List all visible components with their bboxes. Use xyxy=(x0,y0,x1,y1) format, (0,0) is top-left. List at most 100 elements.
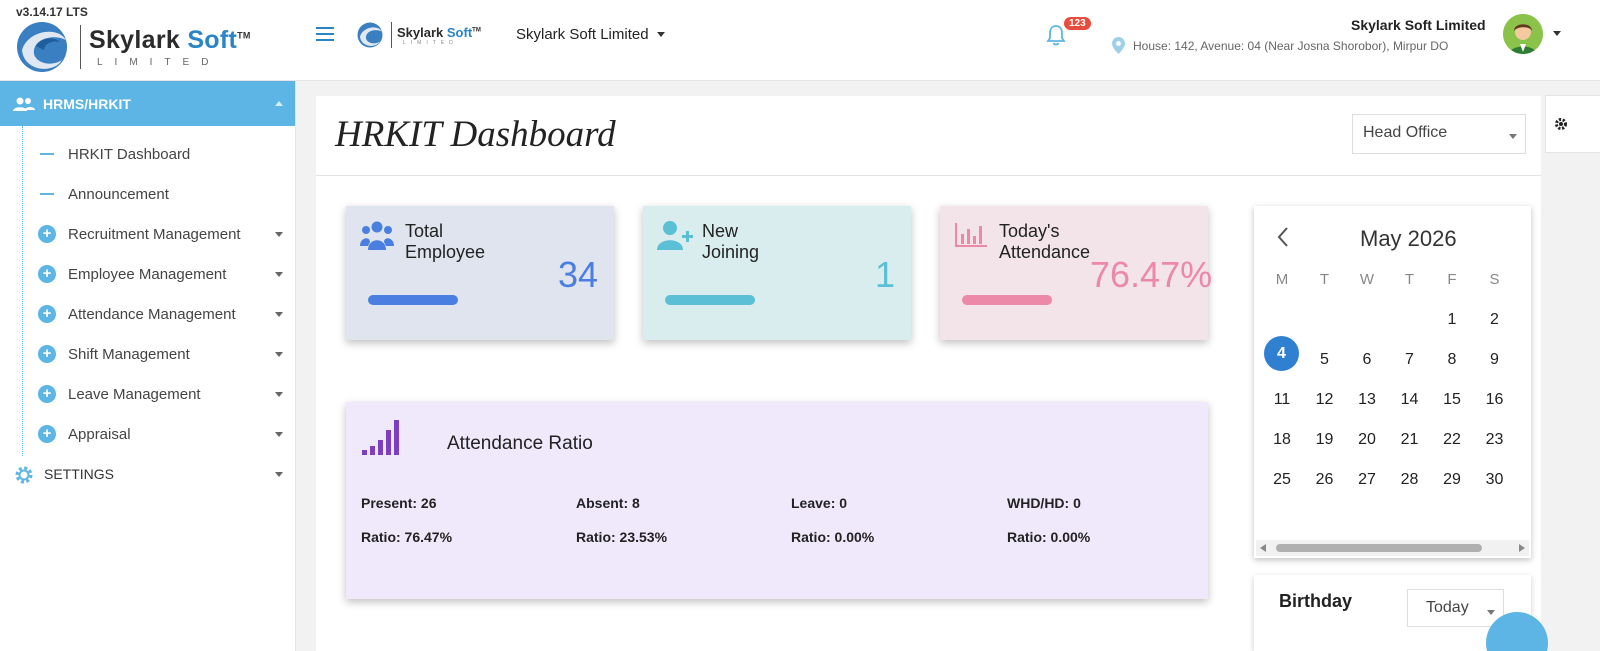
calendar-day[interactable]: 21 xyxy=(1389,420,1431,460)
chevron-down-icon xyxy=(275,312,283,317)
calendar-day[interactable]: 18 xyxy=(1261,420,1303,460)
branch-dropdown[interactable]: Head Office xyxy=(1352,114,1526,154)
plus-circle-icon: + xyxy=(38,345,56,363)
location-pin-icon xyxy=(1112,37,1125,54)
chevron-up-icon xyxy=(275,101,283,106)
calendar-month-title: May 2026 xyxy=(1360,226,1457,251)
company-logo[interactable]: Skylark SoftTM LIMITED xyxy=(14,20,284,74)
plus-circle-icon: + xyxy=(38,225,56,243)
calendar-widget: May 2026 M T W T F S 1 2 4 5 6 7 8 9 11 … xyxy=(1254,206,1531,558)
calendar-day[interactable]: 19 xyxy=(1304,420,1346,460)
calendar-day[interactable]: 23 xyxy=(1474,420,1516,460)
sidebar-item-recruitment-management[interactable]: + Recruitment Management xyxy=(0,214,295,254)
sidebar-module-hrms[interactable]: HRMS/HRKIT xyxy=(0,81,295,126)
bar-chart-icon xyxy=(955,223,987,247)
calendar-day[interactable]: 9 xyxy=(1474,340,1516,380)
present-count: Present: 26 xyxy=(361,495,437,511)
chevron-down-icon xyxy=(275,432,283,437)
sidebar-item-settings[interactable]: SETTINGS xyxy=(0,454,295,494)
calendar-day[interactable]: 20 xyxy=(1346,420,1388,460)
calendar-day[interactable]: 2 xyxy=(1474,300,1516,340)
scroll-left-arrow-icon[interactable] xyxy=(1260,544,1266,552)
scroll-right-arrow-icon[interactable] xyxy=(1519,544,1525,552)
calendar-day[interactable]: 12 xyxy=(1304,380,1346,420)
chevron-down-icon xyxy=(275,472,283,477)
user-avatar[interactable] xyxy=(1503,14,1543,54)
sidebar-item-shift-management[interactable]: + Shift Management xyxy=(0,334,295,374)
calendar-day[interactable]: 27 xyxy=(1346,460,1388,500)
leave-count: Leave: 0 xyxy=(791,495,848,511)
weekday-label: T xyxy=(1404,271,1415,288)
calendar-day[interactable]: 11 xyxy=(1261,380,1303,420)
absent-ratio: Ratio: 23.53% xyxy=(576,529,668,545)
user-company-name: Skylark Soft Limited xyxy=(1351,17,1486,33)
today-attendance-card[interactable]: Today's Attendance 76.47% xyxy=(940,206,1212,340)
card-accent-bar xyxy=(368,295,458,305)
chevron-left-icon[interactable] xyxy=(1276,226,1290,248)
page-title: HRKIT Dashboard xyxy=(335,114,616,155)
whd-count: WHD/HD: 0 xyxy=(1007,495,1081,511)
calendar-day[interactable]: 8 xyxy=(1431,340,1473,380)
calendar-day[interactable]: 25 xyxy=(1261,460,1303,500)
card-accent-bar xyxy=(962,295,1052,305)
theme-settings-button[interactable] xyxy=(1545,95,1600,153)
leave-ratio: Ratio: 0.00% xyxy=(791,529,875,545)
chevron-down-icon xyxy=(1487,610,1495,615)
calendar-day[interactable]: 28 xyxy=(1389,460,1431,500)
user-plus-icon xyxy=(657,221,693,250)
today-attendance-value: 76.47% xyxy=(1090,254,1213,295)
present-ratio: Ratio: 76.47% xyxy=(361,529,453,545)
calendar-day[interactable]: 16 xyxy=(1474,380,1516,420)
new-joining-card[interactable]: New Joining 1 xyxy=(643,206,911,340)
calendar-day[interactable]: 7 xyxy=(1389,340,1431,380)
dashboard-header: HRKIT Dashboard Head Office xyxy=(316,96,1541,176)
bell-icon[interactable] xyxy=(1046,24,1066,46)
weekday-label: S xyxy=(1489,271,1500,288)
top-bar: v3.14.17 LTS Skylark SoftTM LIMITED Skyl… xyxy=(0,0,1600,81)
calendar-day[interactable]: 5 xyxy=(1304,340,1346,380)
attendance-ratio-title: Attendance Ratio xyxy=(447,433,593,454)
calendar-day[interactable]: 26 xyxy=(1304,460,1346,500)
chevron-down-icon xyxy=(275,392,283,397)
sidebar-item-employee-management[interactable]: + Employee Management xyxy=(0,254,295,294)
calendar-day[interactable]: 15 xyxy=(1431,380,1473,420)
notification-badge: 123 xyxy=(1064,17,1091,30)
calendar-day[interactable]: 1 xyxy=(1431,300,1473,340)
whd-ratio: Ratio: 0.00% xyxy=(1007,529,1091,545)
sidebar-item-attendance-management[interactable]: + Attendance Management xyxy=(0,294,295,334)
card-accent-bar xyxy=(665,295,755,305)
sidebar-item-appraisal[interactable]: + Appraisal xyxy=(0,414,295,454)
calendar-day[interactable]: 30 xyxy=(1474,460,1516,500)
calendar-day[interactable]: 22 xyxy=(1431,420,1473,460)
birthday-filter-dropdown[interactable]: Today xyxy=(1407,589,1504,627)
absent-count: Absent: 8 xyxy=(576,495,640,511)
logo-brand-text: Skylark SoftTM xyxy=(89,26,251,54)
company-dropdown[interactable]: Skylark Soft Limited xyxy=(516,26,665,43)
weekday-label: F xyxy=(1447,271,1457,288)
scrollbar-thumb[interactable] xyxy=(1276,544,1482,552)
weekday-label: T xyxy=(1319,271,1330,288)
calendar-day[interactable]: 14 xyxy=(1389,380,1431,420)
calendar-day-today[interactable]: 4 xyxy=(1264,336,1299,371)
sidebar-item-announcement[interactable]: Announcement xyxy=(0,174,295,214)
branch-address: House: 142, Avenue: 04 (Near Josna Shoro… xyxy=(1112,37,1448,54)
total-employee-card[interactable]: Total Employee 34 xyxy=(346,206,614,340)
logo-swirl-icon xyxy=(14,20,74,74)
user-menu-chevron-icon[interactable] xyxy=(1553,31,1561,36)
birthday-title: Birthday xyxy=(1279,591,1353,611)
users-group-icon xyxy=(360,221,394,250)
menu-toggle-icon[interactable] xyxy=(316,27,334,43)
calendar-day[interactable]: 6 xyxy=(1346,340,1388,380)
chevron-down-icon xyxy=(275,352,283,357)
version-label: v3.14.17 LTS xyxy=(16,5,88,19)
header-logo: Skylark SoftTM LIMITED xyxy=(356,18,481,52)
chevron-down-icon xyxy=(1509,134,1517,139)
calendar-day[interactable]: 29 xyxy=(1431,460,1473,500)
plus-circle-icon: + xyxy=(38,265,56,283)
sidebar-item-hrkit-dashboard[interactable]: HRKIT Dashboard xyxy=(0,134,295,174)
logo-swirl-icon xyxy=(356,19,386,51)
sidebar-item-leave-management[interactable]: + Leave Management xyxy=(0,374,295,414)
calendar-day[interactable]: 13 xyxy=(1346,380,1388,420)
calendar-horizontal-scrollbar[interactable] xyxy=(1256,540,1529,556)
users-icon xyxy=(13,97,35,111)
